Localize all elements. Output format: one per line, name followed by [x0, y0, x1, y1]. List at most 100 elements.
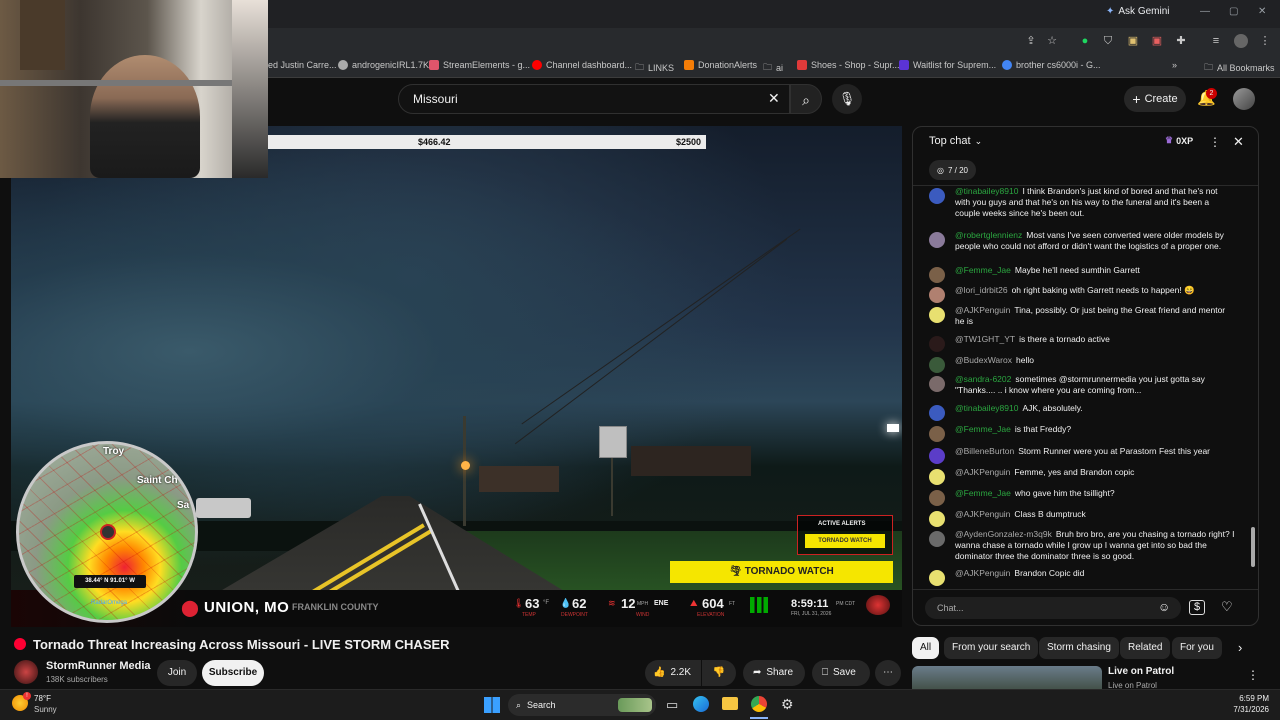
chat-avatar[interactable] — [929, 267, 945, 283]
chat-avatar[interactable] — [929, 336, 945, 352]
chat-author[interactable]: @AJKPenguin — [955, 467, 1010, 477]
recommended-title[interactable]: Live on Patrol — [1108, 666, 1174, 677]
channel-avatar[interactable] — [14, 660, 38, 684]
browser-menu-icon[interactable]: ⋮ — [1258, 34, 1272, 48]
clear-search-icon[interactable]: ✕ — [768, 90, 780, 107]
bookmark-item[interactable]: ed Justin Carre... — [268, 60, 337, 70]
recommended-thumbnail[interactable] — [912, 666, 1102, 689]
edge-icon[interactable] — [693, 696, 709, 712]
chat-author[interactable]: @Femme_Jae — [955, 488, 1011, 498]
extension-tan-icon[interactable]: ▣ — [1126, 34, 1140, 48]
heart-icon[interactable]: ♡ — [1221, 599, 1233, 615]
xp-badge[interactable]: ♛ 0XP — [1165, 135, 1193, 146]
chrome-icon[interactable] — [751, 696, 767, 712]
like-button[interactable]: 👍 2.2K — [645, 660, 701, 686]
chat-avatar[interactable] — [929, 405, 945, 421]
taskbar-search[interactable]: ⌕ Search — [508, 694, 656, 716]
search-icon[interactable]: ⌕ — [790, 84, 822, 114]
chat-input[interactable]: Chat... — [925, 597, 1181, 619]
bookmark-folder[interactable]: 🗀 LINKS — [635, 60, 674, 76]
super-chat-icon[interactable]: $ — [1189, 600, 1205, 615]
cast-icon[interactable]: ⇪ — [1024, 34, 1038, 48]
bookmarks-overflow-icon[interactable]: » — [1172, 60, 1177, 70]
chat-scrollbar[interactable] — [1251, 187, 1255, 583]
chat-avatar[interactable] — [929, 570, 945, 586]
bookmark-item[interactable]: DonationAlerts — [684, 60, 757, 70]
recommended-menu-icon[interactable]: ⋮ — [1247, 668, 1259, 682]
chat-goal-progress[interactable]: ◎ 7 / 20 — [929, 160, 976, 180]
chat-avatar[interactable] — [929, 357, 945, 373]
dislike-button[interactable]: 👎 — [702, 660, 736, 686]
bookmark-item[interactable]: brother cs6000i - G... — [1002, 60, 1101, 70]
extension-red-icon[interactable]: ▣ — [1150, 34, 1164, 48]
chat-avatar[interactable] — [929, 287, 945, 303]
chat-avatar[interactable] — [929, 490, 945, 506]
chat-author[interactable]: @Femme_Jae — [955, 424, 1011, 434]
channel-name[interactable]: StormRunner Media — [46, 660, 151, 672]
chat-avatar[interactable] — [929, 511, 945, 527]
task-view-icon[interactable]: ▭ — [666, 697, 678, 713]
chat-author[interactable]: @tinabailey8910 — [955, 186, 1018, 196]
chevron-right-icon[interactable]: › — [1238, 640, 1242, 655]
chat-menu-icon[interactable]: ⋮ — [1209, 135, 1221, 149]
filter-chip[interactable]: For you — [1172, 637, 1222, 659]
chat-avatar[interactable] — [929, 232, 945, 248]
filter-chip[interactable]: Storm chasing — [1039, 637, 1119, 659]
bookmark-item[interactable]: androgenicIRL1.7K — [338, 60, 429, 70]
emoji-icon[interactable]: ☺ — [1158, 600, 1170, 614]
profile-avatar-icon[interactable] — [1234, 34, 1248, 48]
taskbar-date[interactable]: 7/31/2026 — [1221, 705, 1269, 714]
chat-author[interactable]: @AJKPenguin — [955, 568, 1010, 578]
chat-author[interactable]: @AJKPenguin — [955, 305, 1010, 315]
more-actions-icon[interactable]: ⋯ — [875, 660, 901, 686]
bookmark-item[interactable]: Channel dashboard... — [532, 60, 632, 70]
extensions-puzzle-icon[interactable]: ✚ — [1174, 34, 1188, 48]
minimize-icon[interactable]: — — [1200, 6, 1210, 17]
chat-author[interactable]: @lori_idrbit26 — [955, 285, 1008, 295]
chat-avatar[interactable] — [929, 531, 945, 547]
share-button[interactable]: ➦ Share — [743, 660, 805, 686]
chat-author[interactable]: @TW1GHT_YT — [955, 334, 1015, 344]
close-chat-icon[interactable]: ✕ — [1233, 134, 1244, 150]
chat-avatar[interactable] — [929, 426, 945, 442]
ask-gemini-button[interactable]: ✦ Ask Gemini — [1106, 6, 1170, 17]
all-bookmarks[interactable]: 🗀 All Bookmarks — [1204, 60, 1275, 76]
chat-author[interactable]: @BilleneBurton — [955, 446, 1014, 456]
obs-icon[interactable]: ⚙ — [781, 696, 794, 713]
create-button[interactable]: + Create — [1124, 86, 1186, 112]
join-button[interactable]: Join — [157, 660, 197, 686]
close-window-icon[interactable]: ✕ — [1258, 6, 1266, 17]
chat-author[interactable]: @Femme_Jae — [955, 265, 1011, 275]
save-button[interactable]: ⎕ Save — [812, 660, 870, 686]
chat-avatar[interactable] — [929, 448, 945, 464]
chat-author[interactable]: @AJKPenguin — [955, 509, 1010, 519]
windows-start-icon[interactable] — [484, 697, 500, 713]
account-avatar[interactable] — [1233, 88, 1255, 110]
top-chat-dropdown[interactable]: Top chat ⌄ — [929, 135, 982, 147]
chat-avatar[interactable] — [929, 469, 945, 485]
extension-green-icon[interactable]: ● — [1078, 34, 1092, 48]
bookmark-item[interactable]: StreamElements - g... — [429, 60, 530, 70]
filter-chip[interactable]: Related — [1120, 637, 1171, 659]
bookmark-item[interactable]: Shoes - Shop - Supr... — [797, 60, 900, 70]
chat-author[interactable]: @robertglennienz — [955, 230, 1022, 240]
taskbar-clock[interactable]: 6:59 PM — [1227, 694, 1269, 703]
filter-chip[interactable]: From your search — [944, 637, 1039, 659]
shield-extension-icon[interactable]: ⛉ — [1101, 34, 1115, 48]
filter-chip[interactable]: All — [912, 637, 940, 659]
chat-author[interactable]: @AydenGonzalez-m3q9k — [955, 529, 1052, 539]
chat-author[interactable]: @sandra-6202 — [955, 374, 1011, 384]
microphone-icon[interactable]: 🎙 — [832, 84, 862, 114]
subscribe-button[interactable]: Subscribe — [202, 660, 264, 686]
chat-avatar[interactable] — [929, 188, 945, 204]
chat-author[interactable]: @tinabailey8910 — [955, 403, 1018, 413]
chat-avatar[interactable] — [929, 307, 945, 323]
chat-avatar[interactable] — [929, 376, 945, 392]
bookmark-item[interactable]: Waitlist for Suprem... — [899, 60, 996, 70]
file-explorer-icon[interactable] — [722, 697, 738, 710]
bookmark-star-icon[interactable]: ☆ — [1045, 34, 1059, 48]
media-control-icon[interactable]: ≡ — [1209, 34, 1223, 48]
bookmark-folder[interactable]: 🗀 ai — [763, 60, 783, 76]
maximize-icon[interactable]: ▢ — [1229, 6, 1238, 17]
chat-scroll-thumb[interactable] — [1251, 527, 1255, 567]
